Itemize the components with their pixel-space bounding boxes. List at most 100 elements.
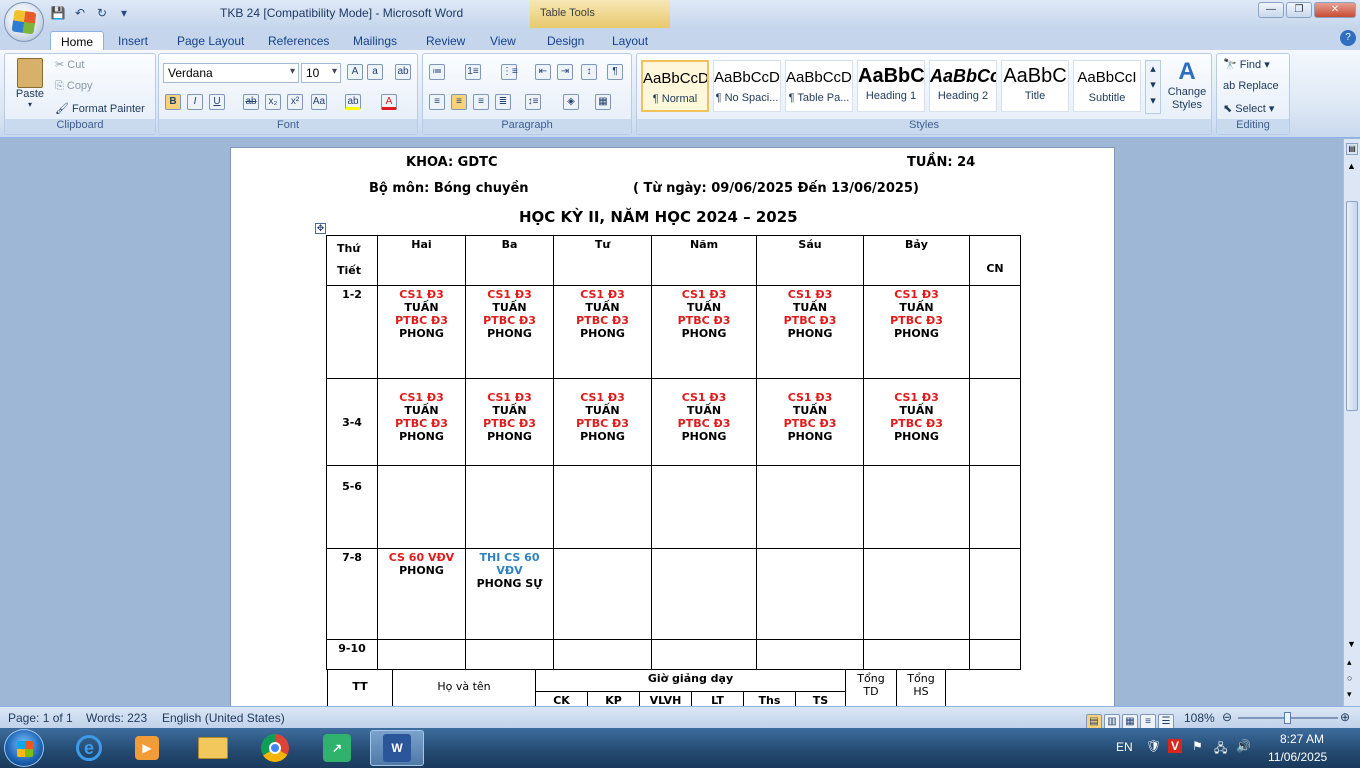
format-painter-button[interactable]: 🖌 Format Painter <box>55 102 145 115</box>
paste-button[interactable]: Paste ▾ <box>13 58 47 109</box>
italic-button[interactable]: I <box>187 94 203 110</box>
taskbar-word[interactable]: W <box>370 730 424 766</box>
clock-time[interactable]: 8:27 AM <box>1280 732 1324 746</box>
tab-mailings[interactable]: Mailings <box>343 31 407 51</box>
increase-indent-button[interactable]: ⇥ <box>557 64 573 80</box>
borders-button[interactable]: ▦ <box>595 94 611 110</box>
paste-dropdown-icon: ▾ <box>27 100 32 109</box>
help-icon[interactable]: ? <box>1340 30 1356 46</box>
restore-button[interactable]: ❐ <box>1286 2 1312 18</box>
change-case-button[interactable]: Aa <box>311 94 327 110</box>
minimize-button[interactable]: — <box>1258 2 1284 18</box>
taskbar-app-green[interactable]: ↗ <box>310 730 364 766</box>
flag-icon[interactable]: ⚑ <box>1192 739 1203 753</box>
tab-view[interactable]: View <box>480 31 526 51</box>
v-app-icon[interactable]: V <box>1168 739 1183 753</box>
select-button[interactable]: ⬉ Select ▾ <box>1223 102 1274 115</box>
vertical-scrollbar[interactable]: ▤ ▲ ▼ ▴ ○ ▾ <box>1343 139 1360 706</box>
ruler-toggle-icon[interactable]: ▤ <box>1346 143 1358 155</box>
show-formatting-button[interactable]: ¶ <box>607 64 623 80</box>
cut-button[interactable]: ✂ Cut <box>55 58 84 71</box>
schedule-cell: CS1 Đ3 TUẤN PTBC Đ3 PHONG <box>553 285 652 379</box>
style-normal[interactable]: AaBbCcDc¶ Normal <box>641 60 709 112</box>
redo-icon[interactable]: ↻ <box>94 5 110 21</box>
tab-references[interactable]: References <box>258 31 339 51</box>
style-no-spacing[interactable]: AaBbCcDc¶ No Spaci... <box>713 60 781 112</box>
page-count[interactable]: Page: 1 of 1 <box>8 711 73 725</box>
font-color-button[interactable]: A <box>381 94 397 110</box>
style-table-paragraph[interactable]: AaBbCcDd¶ Table Pa... <box>785 60 853 112</box>
browse-object-icon[interactable]: ○ <box>1347 673 1352 683</box>
multilevel-list-button[interactable]: ⋮≡ <box>501 64 518 80</box>
table-move-handle-icon[interactable]: ✥ <box>315 223 326 234</box>
style-title[interactable]: AaBbC Title <box>1001 60 1069 112</box>
zoom-in-icon[interactable]: ⊕ <box>1340 710 1350 724</box>
scroll-up-icon[interactable]: ▲ <box>1347 161 1356 171</box>
shading-button[interactable]: ◈ <box>563 94 579 110</box>
scroll-thumb[interactable] <box>1346 201 1358 411</box>
next-page-icon[interactable]: ▾ <box>1347 689 1352 700</box>
decrease-indent-button[interactable]: ⇤ <box>535 64 551 80</box>
shield-icon[interactable]: 🛡 <box>1146 739 1161 753</box>
tab-review[interactable]: Review <box>416 31 475 51</box>
taskbar-ie[interactable]: e <box>62 730 116 766</box>
align-left-button[interactable]: ≡ <box>429 94 445 110</box>
volume-icon[interactable]: 🔊 <box>1236 739 1251 753</box>
schedule-cell: CS1 Đ3 TUẤN PTBC Đ3 PHONG <box>377 285 466 379</box>
zoom-out-icon[interactable]: ⊖ <box>1222 710 1232 724</box>
numbering-button[interactable]: 1≡ <box>465 64 481 80</box>
input-language[interactable]: EN <box>1116 740 1133 754</box>
tab-insert[interactable]: Insert <box>108 31 158 51</box>
language-indicator[interactable]: English (United States) <box>162 711 285 725</box>
font-size-select[interactable]: 10 <box>301 63 341 83</box>
office-button[interactable] <box>4 2 44 42</box>
clock-date[interactable]: 11/06/2025 <box>1268 750 1327 764</box>
taskbar-media-player[interactable]: ▶ <box>120 730 174 766</box>
taskbar-explorer[interactable] <box>186 730 240 766</box>
tab-design[interactable]: Design <box>537 31 594 51</box>
word-count[interactable]: Words: 223 <box>86 711 147 725</box>
close-button[interactable]: ✕ <box>1314 2 1356 18</box>
align-center-button[interactable]: ≡ <box>451 94 467 110</box>
scroll-down-icon[interactable]: ▼ <box>1347 639 1356 649</box>
teaching-hours-table: TT Họ và tên Giờ giảng dạy Tổng TD Tổng … <box>327 669 946 706</box>
style-subtitle[interactable]: AaBbCcI Subtitle <box>1073 60 1141 112</box>
customize-qat-icon[interactable]: ▾ <box>116 5 132 21</box>
bullets-button[interactable]: ≔ <box>429 64 445 80</box>
tab-page-layout[interactable]: Page Layout <box>167 31 254 51</box>
zoom-level[interactable]: 108% <box>1184 711 1215 725</box>
start-button[interactable] <box>4 729 44 767</box>
tab-home[interactable]: Home <box>50 31 105 51</box>
grow-font-button[interactable]: A <box>347 64 363 80</box>
copy-button[interactable]: ⎘ Copy <box>55 80 93 93</box>
line-spacing-button[interactable]: ↕≡ <box>525 94 541 110</box>
tab-layout[interactable]: Layout <box>602 31 658 51</box>
bold-icon: B <box>165 94 181 110</box>
superscript-button[interactable]: x² <box>287 94 303 110</box>
find-button[interactable]: 🔭 Find ▾ <box>1223 58 1270 71</box>
shrink-font-button[interactable]: a <box>367 64 383 80</box>
zoom-slider-thumb[interactable] <box>1284 712 1291 724</box>
style-heading-2[interactable]: AaBbCc Heading 2 <box>929 60 997 112</box>
change-styles-button[interactable]: A Change Styles <box>1165 58 1209 112</box>
highlight-button[interactable]: ab <box>345 94 361 110</box>
network-icon[interactable]: 🖧 <box>1214 739 1227 760</box>
undo-icon[interactable]: ↶ <box>72 5 88 21</box>
replace-button[interactable]: ab Replace <box>1223 80 1279 92</box>
previous-page-icon[interactable]: ▴ <box>1347 657 1352 668</box>
justify-button[interactable]: ≣ <box>495 94 511 110</box>
subscript-button[interactable]: x₂ <box>265 94 281 110</box>
sort-button[interactable]: ↕ <box>581 64 597 80</box>
strikethrough-button[interactable]: ab <box>243 94 259 110</box>
document-page[interactable]: KHOA: GDTC TUẦN: 24 Bộ môn: Bóng chuyền … <box>230 147 1115 706</box>
align-right-button[interactable]: ≡ <box>473 94 489 110</box>
schedule-cell: CS1 Đ3 TUẤN PTBC Đ3 PHONG <box>756 285 864 379</box>
underline-button[interactable]: U <box>209 94 225 110</box>
clear-formatting-button[interactable]: ab <box>395 64 411 80</box>
save-icon[interactable]: 💾 <box>50 5 66 21</box>
taskbar-chrome[interactable] <box>248 730 302 766</box>
font-name-select[interactable]: Verdana <box>163 63 299 83</box>
bold-button[interactable]: B <box>165 94 181 110</box>
styles-scroll-buttons[interactable]: ▴ ▾ ▾ <box>1145 60 1161 114</box>
style-heading-1[interactable]: AaBbC Heading 1 <box>857 60 925 112</box>
